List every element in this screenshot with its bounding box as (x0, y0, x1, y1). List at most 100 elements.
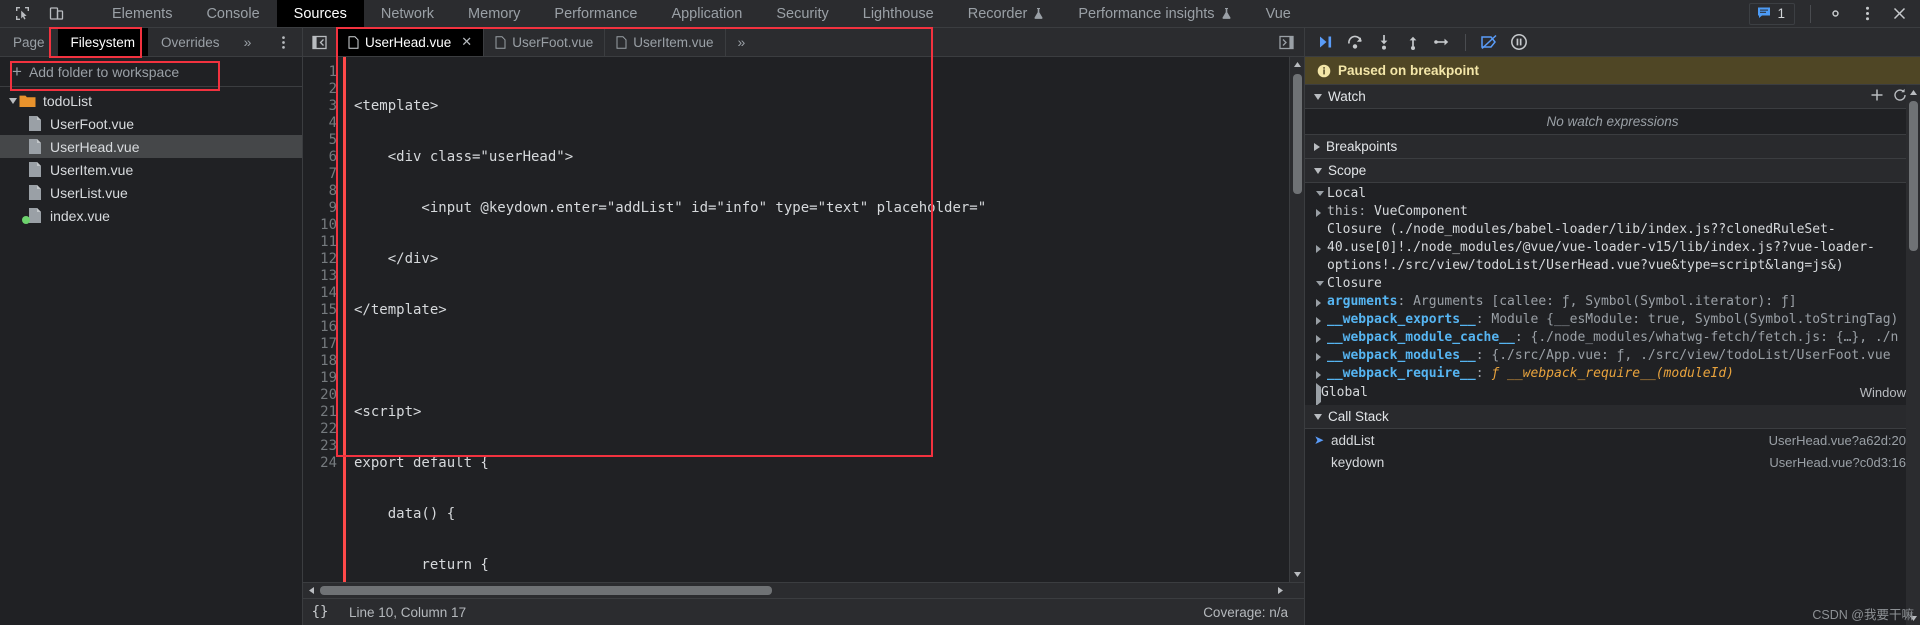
line-number: 12 (320, 251, 337, 267)
gear-icon[interactable] (1820, 1, 1850, 27)
close-icon[interactable] (1884, 1, 1914, 27)
add-folder-to-workspace-button[interactable]: + Add folder to workspace (0, 57, 302, 87)
tree-row-userlist-vue[interactable]: UserList.vue (0, 181, 302, 204)
scroll-right-arrow-icon[interactable] (1272, 583, 1289, 599)
tab-lighthouse[interactable]: Lighthouse (846, 0, 951, 27)
nav-tab-page[interactable]: Page (0, 28, 58, 56)
nav-tab-filesystem[interactable]: Filesystem (57, 28, 149, 56)
code-editor[interactable]: 1 2 3 4 5 6 7 8 9 10 11 12 13 14 15 16 1… (303, 57, 1289, 582)
scroll-up-arrow-icon[interactable] (1906, 85, 1920, 99)
navigator-more-tabs-icon[interactable]: » (233, 28, 263, 56)
tab-console[interactable]: Console (189, 0, 276, 27)
tab-performance-insights[interactable]: Performance insights (1061, 0, 1248, 27)
resume-script-execution-button[interactable] (1311, 29, 1340, 55)
inspect-cursor-icon[interactable] (10, 2, 34, 26)
tree-row-useritem-vue[interactable]: UserItem.vue (0, 158, 302, 181)
code-line: </div> (354, 251, 439, 267)
editor-tab-userhead-vue[interactable]: UserHead.vue ✕ (337, 28, 485, 56)
call-stack-section-header[interactable]: Call Stack (1305, 405, 1920, 429)
tab-performance[interactable]: Performance (537, 0, 654, 27)
step-out-of-current-function-button[interactable] (1398, 29, 1427, 55)
top-toolbar-right: 1 (1749, 0, 1920, 27)
step-over-next-function-call-button[interactable] (1340, 29, 1369, 55)
nav-tab-overrides[interactable]: Overrides (148, 28, 233, 56)
scope-global-row[interactable]: Global Window (1305, 383, 1920, 406)
deactivate-breakpoints-button[interactable] (1475, 29, 1504, 55)
chevron-right-icon[interactable] (1316, 347, 1327, 361)
tree-row-folder-todolist[interactable]: todoList (0, 89, 302, 112)
scope-row-webpack-exports[interactable]: __webpack_exports__: Module {__esModule:… (1305, 311, 1920, 329)
editor-tab-useritem-vue[interactable]: UserItem.vue (605, 28, 726, 56)
tab-sources[interactable]: Sources (276, 0, 364, 27)
code-line: <script> (354, 404, 422, 420)
chevron-right-icon[interactable] (1316, 293, 1327, 307)
scroll-up-arrow-icon[interactable] (1290, 57, 1305, 72)
nav-tab-label: Overrides (161, 34, 220, 50)
collapse-debugger-icon[interactable] (1270, 28, 1304, 56)
pretty-print-icon[interactable]: {} (303, 599, 337, 625)
collapse-navigator-icon[interactable] (303, 28, 337, 56)
line-number: 8 (328, 183, 337, 199)
step-into-next-function-call-button[interactable] (1369, 29, 1398, 55)
file-tree: todoList UserFoot.vue UserHead.vue UserI… (0, 87, 302, 625)
scope-section-header[interactable]: Scope (1305, 159, 1920, 183)
device-toolbar-icon[interactable] (44, 2, 68, 26)
cursor-position-label[interactable]: Line 10, Column 17 (349, 605, 466, 620)
tab-network[interactable]: Network (364, 0, 451, 27)
editor-more-tabs-icon[interactable]: » (726, 28, 758, 56)
more-options-icon[interactable] (1852, 1, 1882, 27)
tree-row-userhead-vue[interactable]: UserHead.vue (0, 135, 302, 158)
close-icon[interactable]: ✕ (461, 34, 472, 50)
call-stack-frame-addlist[interactable]: ➤ addList UserHead.vue?a62d:20 (1305, 429, 1920, 451)
call-stack-frame-keydown[interactable]: keydown UserHead.vue?c0d3:16 (1305, 451, 1920, 473)
scrollbar-thumb[interactable] (320, 585, 772, 595)
tab-application[interactable]: Application (654, 0, 759, 27)
scrollbar-track[interactable] (320, 583, 1272, 599)
scrollbar-thumb[interactable] (1292, 74, 1302, 194)
section-title: Breakpoints (1326, 139, 1398, 154)
editor-vertical-scrollbar[interactable] (1289, 57, 1304, 582)
scroll-left-arrow-icon[interactable] (303, 583, 320, 599)
editor-horizontal-scrollbar[interactable] (303, 582, 1304, 599)
tree-row-index-vue[interactable]: index.vue (0, 204, 302, 227)
line-number: 4 (328, 115, 337, 131)
tab-memory[interactable]: Memory (451, 0, 537, 27)
scope-closure-header[interactable]: Closure (1305, 275, 1920, 293)
editor-tab-label: UserItem.vue (633, 34, 714, 50)
chevron-right-icon[interactable] (1316, 329, 1327, 343)
scope-local-header[interactable]: Local (1305, 185, 1920, 203)
scope-row-webpack-modules[interactable]: __webpack_modules__: {./src/App.vue: ƒ, … (1305, 347, 1920, 365)
step-button[interactable] (1427, 29, 1456, 55)
tab-recorder[interactable]: Recorder (951, 0, 1062, 27)
coverage-label[interactable]: Coverage: n/a (1203, 605, 1288, 620)
tree-row-userfoot-vue[interactable]: UserFoot.vue (0, 112, 302, 135)
tab-security[interactable]: Security (759, 0, 845, 27)
scope-row-webpack-require[interactable]: __webpack_require__: ƒ __webpack_require… (1305, 365, 1920, 383)
tab-label: Sources (293, 5, 347, 22)
scope-row-webpack-module-cache[interactable]: __webpack_module_cache__: {./node_module… (1305, 329, 1920, 347)
chevron-right-icon[interactable] (1316, 365, 1327, 379)
breakpoints-section-header[interactable]: Breakpoints (1305, 135, 1920, 159)
expand-triangle-down-icon[interactable] (6, 97, 19, 104)
editor-panel: UserHead.vue ✕ UserFoot.vue UserItem.vue… (303, 28, 1305, 625)
add-watch-expression-icon[interactable] (1870, 88, 1884, 106)
debugger-vertical-scrollbar[interactable] (1906, 85, 1920, 625)
code-content[interactable]: <template> <div class="userHead"> <input… (346, 57, 1289, 582)
chevron-right-icon[interactable] (1316, 203, 1327, 217)
tab-vue[interactable]: Vue (1249, 0, 1308, 27)
scope-row-closure-line2[interactable]: 40.use[0]!./node_modules/@vue/vue-loader… (1305, 239, 1920, 257)
editor-tab-userfoot-vue[interactable]: UserFoot.vue (484, 28, 606, 56)
chevron-right-icon[interactable] (1316, 239, 1327, 253)
watch-section-header[interactable]: Watch (1305, 85, 1920, 109)
scroll-down-arrow-icon[interactable] (1290, 567, 1305, 582)
message-count-badge[interactable]: 1 (1749, 2, 1795, 25)
tab-elements[interactable]: Elements (95, 0, 189, 27)
refresh-watch-icon[interactable] (1893, 88, 1907, 105)
scope-row-arguments[interactable]: arguments: Arguments [callee: ƒ, Symbol(… (1305, 293, 1920, 311)
property-name: __webpack_module_cache__ (1327, 330, 1515, 345)
navigator-more-options-icon[interactable] (265, 28, 302, 56)
scope-row-this[interactable]: this: VueComponent (1305, 203, 1920, 221)
pause-on-exceptions-button[interactable] (1504, 29, 1533, 55)
chevron-right-icon[interactable] (1316, 311, 1327, 325)
scrollbar-thumb[interactable] (1908, 101, 1918, 251)
